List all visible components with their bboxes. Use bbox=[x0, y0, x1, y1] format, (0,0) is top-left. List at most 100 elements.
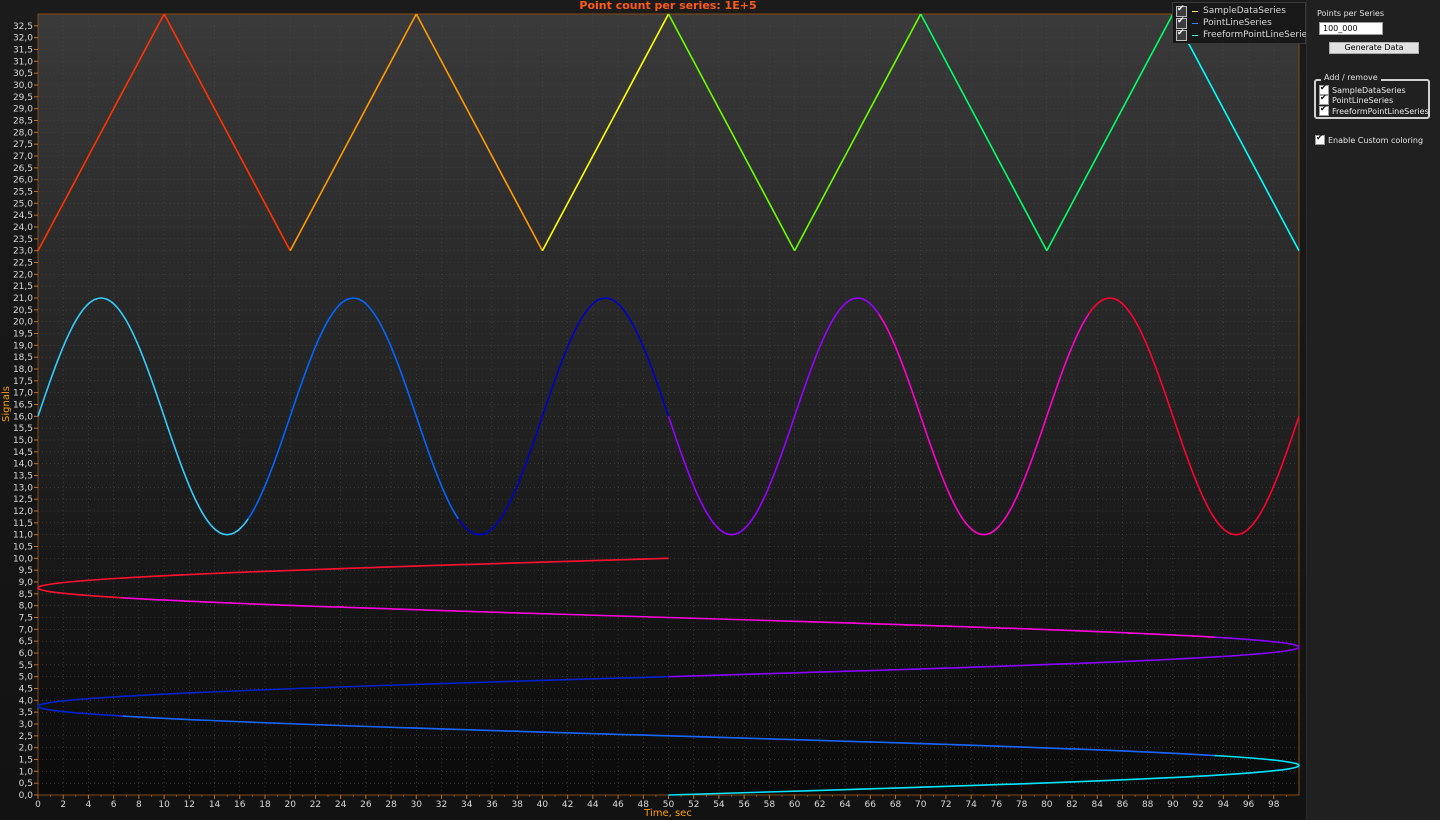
y-tick-label: 20,5 bbox=[13, 306, 33, 316]
y-tick-label: 4,0 bbox=[19, 696, 34, 706]
y-tick-label: 20,0 bbox=[13, 318, 33, 328]
checkbox-label: PointLineSeries bbox=[1332, 95, 1394, 105]
add-remove-freeformpointlineseries-checkbox[interactable]: FreeformPointLineSeries bbox=[1319, 104, 1429, 116]
x-tick-label: 40 bbox=[537, 800, 549, 810]
y-tick-label: 7,5 bbox=[19, 614, 33, 624]
legend-item-pointlineseries[interactable]: PointLineSeries bbox=[1176, 16, 1272, 29]
y-tick-label: 19,0 bbox=[13, 341, 33, 351]
x-tick-label: 8 bbox=[136, 800, 142, 810]
y-tick-label: 8,5 bbox=[19, 590, 33, 600]
add-remove-pointlineseries-checkbox[interactable]: PointLineSeries bbox=[1319, 93, 1394, 105]
x-tick-label: 84 bbox=[1092, 800, 1104, 810]
y-tick-label: 1,5 bbox=[19, 756, 33, 766]
enable-custom-coloring-checkbox[interactable]: Enable Custom coloring bbox=[1315, 133, 1423, 145]
y-tick-label: 5,0 bbox=[19, 673, 34, 683]
y-tick-label: 31,0 bbox=[13, 57, 33, 67]
x-tick-label: 86 bbox=[1117, 800, 1129, 810]
legend-label: SampleDataSeries bbox=[1203, 6, 1286, 16]
x-tick-label: 44 bbox=[587, 800, 599, 810]
generate-data-button[interactable]: Generate Data bbox=[1329, 42, 1419, 54]
y-tick-label: 13,0 bbox=[13, 483, 33, 493]
x-tick-label: 26 bbox=[360, 800, 372, 810]
x-tick-label: 62 bbox=[814, 800, 825, 810]
x-tick-label: 46 bbox=[612, 800, 624, 810]
y-tick-label: 16,5 bbox=[13, 401, 33, 411]
y-tick-label: 29,5 bbox=[13, 93, 33, 103]
y-tick-label: 18,0 bbox=[13, 365, 33, 375]
x-tick-label: 12 bbox=[184, 800, 195, 810]
y-tick-label: 10,5 bbox=[13, 543, 33, 553]
chart-area[interactable]: 0,0 0,5 1,0 1,5 2,0 2,5 3,0 3,5 4,0 4,5 5,0 5,5 6,0 6… bbox=[0, 0, 1312, 820]
y-tick-label: 0,5 bbox=[19, 779, 33, 789]
y-tick-label: 17,0 bbox=[13, 389, 33, 399]
y-tick-label: 6,0 bbox=[19, 649, 34, 659]
y-tick-label: 12,5 bbox=[13, 495, 33, 505]
x-tick-label: 80 bbox=[1041, 800, 1053, 810]
y-tick-label: 28,5 bbox=[13, 117, 33, 127]
legend-item-freeformpointlineseries[interactable]: FreeformPointLineSeries bbox=[1176, 28, 1312, 41]
chart-svg[interactable]: 0,0 0,5 1,01,5 2,0 2,5 3,0 3,5 4,04,5 5,0 5,5 6,0 6… bbox=[0, 0, 1306, 820]
y-axis-title: Signals bbox=[1, 386, 12, 422]
x-tick-label: 10 bbox=[158, 800, 170, 810]
y-tick-label: 7,0 bbox=[19, 625, 34, 635]
x-tick-label: 18 bbox=[259, 800, 271, 810]
x-tick-label: 68 bbox=[890, 800, 902, 810]
chart-title: Point count per series: 1E+5 bbox=[579, 0, 756, 12]
y-tick-label: 29,0 bbox=[13, 105, 33, 115]
y-tick-label: 16,0 bbox=[13, 412, 33, 422]
x-tick-label: 20 bbox=[284, 800, 296, 810]
x-tick-label: 30 bbox=[411, 800, 423, 810]
x-tick-label: 92 bbox=[1192, 800, 1203, 810]
y-tick-label: 23,0 bbox=[13, 247, 33, 257]
y-tick-label: 3,5 bbox=[19, 708, 33, 718]
y-tick-label: 32,5 bbox=[13, 22, 33, 32]
x-tick-label: 56 bbox=[738, 800, 750, 810]
checkbox-box[interactable] bbox=[1319, 104, 1329, 116]
y-tick-label: 32,0 bbox=[13, 34, 33, 44]
y-tick-label: 25,5 bbox=[13, 188, 33, 198]
checkbox-box[interactable] bbox=[1315, 133, 1325, 145]
x-tick-label: 60 bbox=[789, 800, 801, 810]
y-tick-label: 12,0 bbox=[13, 507, 33, 517]
y-tick-label: 0,0 bbox=[19, 791, 34, 801]
x-tick-label: 98 bbox=[1268, 800, 1280, 810]
y-tick-label: 22,5 bbox=[13, 259, 33, 269]
y-tick-label: 18,5 bbox=[13, 353, 33, 363]
points-per-series-input[interactable]: 100_000 bbox=[1319, 22, 1383, 35]
x-tick-label: 4 bbox=[86, 800, 92, 810]
legend-checkbox[interactable] bbox=[1176, 28, 1187, 41]
y-tick-label: 11,0 bbox=[13, 531, 33, 541]
y-tick-label: 26,5 bbox=[13, 164, 33, 174]
x-tick-label: 54 bbox=[713, 800, 725, 810]
x-axis-title: Time, sec bbox=[643, 808, 692, 819]
y-tick-label: 1,0 bbox=[19, 767, 34, 777]
y-tick-label: 5,5 bbox=[19, 661, 33, 671]
x-tick-label: 70 bbox=[915, 800, 927, 810]
y-tick-label: 9,0 bbox=[19, 578, 34, 588]
y-tick-label: 30,5 bbox=[13, 69, 33, 79]
legend-label: FreeformPointLineSeries bbox=[1203, 30, 1312, 40]
y-tick-label: 2,5 bbox=[19, 732, 33, 742]
y-tick-label: 31,5 bbox=[13, 46, 33, 56]
x-tick-label: 76 bbox=[991, 800, 1003, 810]
legend-swatch bbox=[1192, 34, 1198, 36]
x-tick-label: 96 bbox=[1243, 800, 1255, 810]
x-tick-label: 14 bbox=[209, 800, 221, 810]
x-tick-label: 16 bbox=[234, 800, 246, 810]
legend-swatch bbox=[1192, 22, 1198, 24]
x-tick-label: 32 bbox=[436, 800, 447, 810]
y-tick-label: 2,0 bbox=[19, 744, 34, 754]
y-tick-label: 17,5 bbox=[13, 377, 33, 387]
side-panel: Points per Series 100_000 Generate Data … bbox=[1306, 0, 1440, 820]
y-tick-label: 15,0 bbox=[13, 436, 33, 446]
x-tick-label: 82 bbox=[1066, 800, 1077, 810]
y-tick-label: 25,0 bbox=[13, 199, 33, 209]
y-tick-label: 4,5 bbox=[19, 685, 33, 695]
legend-swatch bbox=[1192, 10, 1198, 12]
y-tick-label: 23,5 bbox=[13, 235, 33, 245]
x-tick-label: 24 bbox=[335, 800, 347, 810]
legend-item-sampledataseries[interactable]: SampleDataSeries bbox=[1176, 4, 1286, 17]
x-tick-label: 22 bbox=[310, 800, 321, 810]
add-remove-sampledataseries-checkbox[interactable]: SampleDataSeries bbox=[1319, 83, 1406, 95]
y-tick-label: 8,0 bbox=[19, 602, 34, 612]
